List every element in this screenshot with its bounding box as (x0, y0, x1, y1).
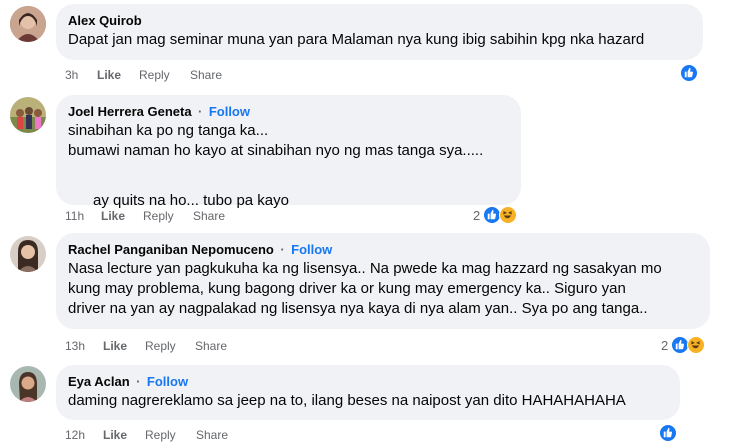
like-button[interactable]: Like (103, 339, 127, 353)
comment-actions: 11h Like Reply Share (65, 209, 265, 225)
comment-bubble: Eya Aclan · Follow daming nagrereklamo s… (56, 365, 680, 420)
comment-author[interactable]: Rachel Panganiban Nepomuceno (68, 242, 274, 257)
reaction-count: 2 (473, 208, 481, 223)
reaction-summary[interactable]: 2 (473, 206, 523, 226)
comment-text-line: Nasa lecture yan pagkukuha ka ng lisensy… (68, 260, 662, 277)
avatar-photo (10, 97, 46, 133)
reply-button[interactable]: Reply (143, 209, 174, 223)
separator-dot: · (280, 242, 285, 257)
comment-text: daming nagrereklamo sa jeep na to, ilang… (68, 392, 626, 409)
reaction-summary[interactable] (680, 64, 702, 84)
separator-dot: · (198, 104, 203, 119)
comment-timestamp[interactable]: 12h (65, 428, 85, 442)
comment-actions: 12h Like Reply Share (65, 428, 265, 444)
haha-reaction-icon (687, 336, 705, 354)
comment-author[interactable]: Alex Quirob (68, 12, 691, 30)
comment-timestamp[interactable]: 13h (65, 339, 85, 353)
like-button[interactable]: Like (97, 68, 121, 82)
comment-author[interactable]: Eya Aclan (68, 374, 130, 389)
comment-header: Joel Herrera Geneta · Follow (68, 103, 509, 121)
like-button[interactable]: Like (103, 428, 127, 442)
reply-button[interactable]: Reply (139, 68, 170, 82)
follow-button[interactable]: Follow (209, 104, 250, 119)
comment-text-line: bumawi naman ho kayo at sinabihan nyo ng… (68, 142, 484, 159)
share-button[interactable]: Share (195, 339, 227, 353)
reply-button[interactable]: Reply (145, 339, 176, 353)
comment-text-line: sinabihan ka po ng tanga ka... (68, 122, 269, 139)
avatar[interactable] (10, 366, 46, 402)
avatar-photo (10, 236, 46, 272)
avatar-photo (10, 366, 46, 402)
comment-text: Dapat jan mag seminar muna yan para Mala… (68, 31, 645, 48)
avatar-photo (10, 6, 46, 42)
separator-dot: · (136, 374, 141, 389)
comment-timestamp[interactable]: 3h (65, 68, 78, 82)
share-button[interactable]: Share (190, 68, 222, 82)
haha-reaction-icon (499, 206, 517, 224)
reaction-summary[interactable] (659, 424, 681, 444)
reaction-summary[interactable]: 2 (661, 336, 711, 356)
comment-text: ay quits na ho... tubo pa kayo (93, 192, 289, 209)
comment-text-line: kung may problema, kung bagong driver ka… (68, 280, 626, 297)
reaction-count: 2 (661, 338, 669, 353)
comment-bubble: Alex Quirob Dapat jan mag seminar muna y… (56, 4, 703, 60)
comment-bubble: Rachel Panganiban Nepomuceno · Follow Na… (56, 233, 710, 329)
like-button[interactable]: Like (101, 209, 125, 223)
comment-header: Rachel Panganiban Nepomuceno · Follow (68, 241, 698, 259)
comment-header: Eya Aclan · Follow (68, 373, 668, 391)
comment-actions: 3h Like Reply Share (65, 68, 265, 84)
avatar[interactable] (10, 6, 46, 42)
follow-button[interactable]: Follow (291, 242, 332, 257)
share-button[interactable]: Share (193, 209, 225, 223)
avatar[interactable] (10, 97, 46, 133)
comment-timestamp[interactable]: 11h (65, 209, 84, 223)
comment-author[interactable]: Joel Herrera Geneta (68, 104, 192, 119)
comment-text-line: driver na yan ay nagpalakad ng lisensya … (68, 300, 648, 317)
comment-bubble: Joel Herrera Geneta · Follow sinabihan k… (56, 95, 521, 248)
follow-button[interactable]: Follow (147, 374, 188, 389)
share-button[interactable]: Share (196, 428, 228, 442)
thumbs-up-reaction-icon (680, 64, 698, 82)
comment-actions: 13h Like Reply Share (65, 339, 265, 355)
reply-button[interactable]: Reply (145, 428, 176, 442)
avatar[interactable] (10, 236, 46, 272)
thumbs-up-reaction-icon (659, 424, 677, 442)
